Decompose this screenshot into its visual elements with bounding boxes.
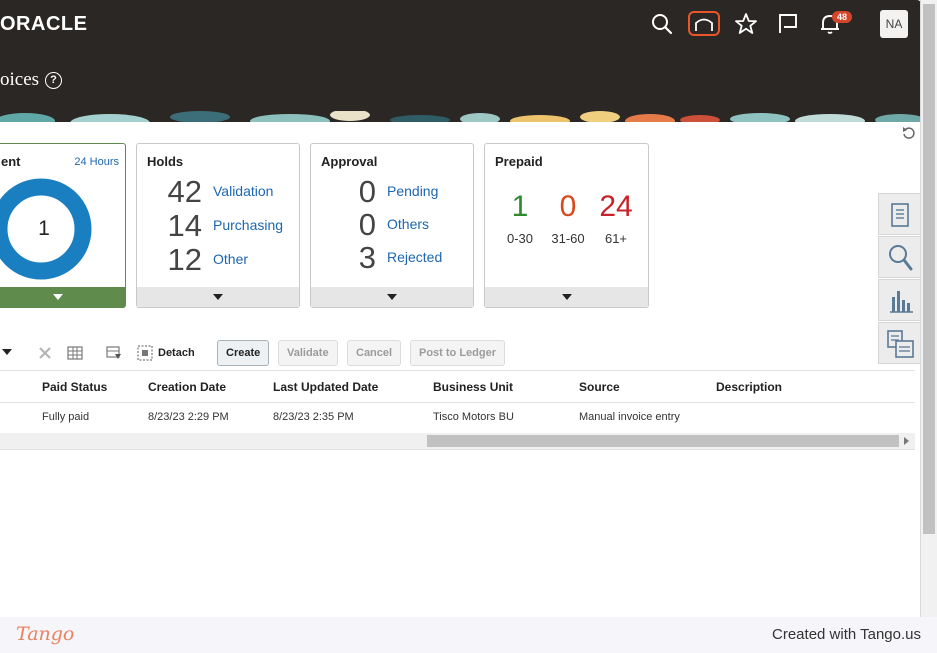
- column-header-paid-status[interactable]: Paid Status: [42, 380, 107, 394]
- scroll-right-arrow-icon[interactable]: [904, 437, 909, 445]
- decorative-banner: [0, 110, 920, 122]
- chevron-down-icon: [213, 294, 223, 300]
- post-to-ledger-button[interactable]: Post to Ledger: [410, 340, 506, 366]
- tile-holds[interactable]: Holds 42 Validation 14 Purchasing 12 Oth…: [136, 143, 300, 308]
- approval-others-count: 0: [358, 207, 376, 242]
- side-panel-search[interactable]: [878, 236, 920, 278]
- approval-pending-link[interactable]: Pending: [387, 183, 438, 199]
- cell-creation-date: 8/23/23 2:29 PM: [148, 411, 229, 423]
- approval-others-link[interactable]: Others: [387, 216, 429, 232]
- prepaid-61-plus-label: 61+: [604, 231, 628, 246]
- header-divider: [0, 402, 915, 403]
- holds-purchasing-count: 14: [167, 208, 202, 243]
- table-bottom-border: [0, 449, 915, 450]
- column-header-source[interactable]: Source: [579, 380, 620, 394]
- prepaid-31-60-count[interactable]: 0: [543, 190, 593, 224]
- holds-purchasing-link[interactable]: Purchasing: [213, 217, 283, 233]
- oracle-logo[interactable]: ORACLE: [0, 13, 87, 36]
- tile-title: Holds: [147, 154, 184, 169]
- search-icon[interactable]: [650, 12, 674, 36]
- side-panel-analytics[interactable]: [878, 279, 920, 321]
- help-icon[interactable]: ?: [45, 72, 62, 89]
- column-header-business-unit[interactable]: Business Unit: [433, 380, 513, 394]
- holds-validation-link[interactable]: Validation: [213, 183, 273, 199]
- chevron-down-icon: [53, 294, 63, 300]
- column-header-creation-date[interactable]: Creation Date: [148, 380, 226, 394]
- tile-expand-button[interactable]: [311, 287, 473, 307]
- cell-business-unit: Tisco Motors BU: [433, 411, 514, 423]
- tango-logo: Tango: [16, 623, 75, 645]
- tango-footer: Tango Created with Tango.us: [0, 617, 937, 653]
- tile-approval[interactable]: Approval 0 Pending 0 Others 3 Rejected: [310, 143, 474, 308]
- create-button[interactable]: Create: [217, 340, 270, 366]
- magnifier-icon: [889, 245, 913, 271]
- detach-button[interactable]: Detach: [158, 347, 195, 359]
- flag-icon[interactable]: [776, 12, 800, 36]
- holds-other-count: 12: [167, 242, 202, 277]
- prepaid-61-plus-count[interactable]: 24: [591, 190, 641, 224]
- tile-expand-button[interactable]: [485, 287, 648, 307]
- approval-rejected-count: 3: [358, 240, 376, 275]
- list-compare-icon: [887, 330, 914, 358]
- prepaid-31-60-label: 31-60: [551, 231, 585, 246]
- home-button[interactable]: [688, 11, 720, 36]
- star-icon[interactable]: [734, 12, 758, 36]
- prepaid-0-30-label: 0-30: [506, 231, 534, 246]
- scrollbar-thumb[interactable]: [427, 435, 899, 447]
- scrollbar-thumb[interactable]: [923, 4, 935, 534]
- horizontal-scrollbar[interactable]: [0, 433, 915, 449]
- notification-badge: 48: [832, 11, 853, 23]
- prepaid-0-30-count[interactable]: 1: [495, 190, 545, 224]
- tile-prepaid[interactable]: Prepaid 1 0-30 0 31-60 24 61+: [484, 143, 649, 308]
- cell-last-updated-date: 8/23/23 2:35 PM: [273, 411, 354, 423]
- refresh-icon[interactable]: [902, 126, 916, 140]
- tile-payments[interactable]: ent 24 Hours 1: [0, 143, 126, 308]
- vertical-scrollbar[interactable]: [921, 0, 937, 617]
- holds-other-link[interactable]: Other: [213, 251, 248, 267]
- tile-expand-button[interactable]: [137, 287, 299, 307]
- donut-count: 1: [38, 217, 50, 240]
- app-window: ORACLE oices ? 48 NA ent 24 Hours 1 Hold…: [0, 0, 921, 617]
- global-header: ORACLE oices ? 48 NA: [0, 0, 920, 110]
- validate-button[interactable]: Validate: [278, 340, 338, 366]
- tile-title: Approval: [321, 154, 378, 169]
- page-title: oices: [0, 69, 40, 90]
- cancel-button[interactable]: Cancel: [347, 340, 402, 366]
- approval-pending-count: 0: [358, 174, 376, 209]
- chevron-down-icon: [561, 294, 572, 300]
- avatar[interactable]: NA: [880, 10, 908, 38]
- created-with-tango: Created with Tango.us: [772, 626, 921, 643]
- tile-title: ent: [1, 154, 21, 169]
- cell-paid-status: Fully paid: [42, 411, 90, 423]
- side-panel-document[interactable]: [878, 193, 920, 235]
- holds-validation-count: 42: [167, 174, 202, 209]
- approval-rejected-link[interactable]: Rejected: [387, 249, 442, 265]
- table-top-border: [0, 370, 915, 371]
- tile-title: Prepaid: [495, 154, 543, 169]
- freeze-columns-icon[interactable]: [67, 345, 83, 361]
- time-range-link[interactable]: 24 Hours: [74, 156, 119, 168]
- document-icon: [891, 203, 909, 227]
- detach-icon: [137, 345, 153, 361]
- view-menu-dropdown[interactable]: [2, 349, 12, 355]
- home-icon: [695, 18, 713, 31]
- column-header-last-updated-date[interactable]: Last Updated Date: [273, 380, 378, 394]
- tile-expand-button[interactable]: [0, 287, 125, 307]
- column-header-description[interactable]: Description: [716, 380, 782, 394]
- delete-icon[interactable]: [37, 345, 53, 361]
- cell-source: Manual invoice entry: [579, 411, 680, 423]
- chevron-down-icon: [387, 294, 397, 300]
- side-panel-compare[interactable]: [878, 322, 920, 364]
- wrap-icon[interactable]: [106, 345, 122, 361]
- bar-chart-icon: [890, 291, 913, 313]
